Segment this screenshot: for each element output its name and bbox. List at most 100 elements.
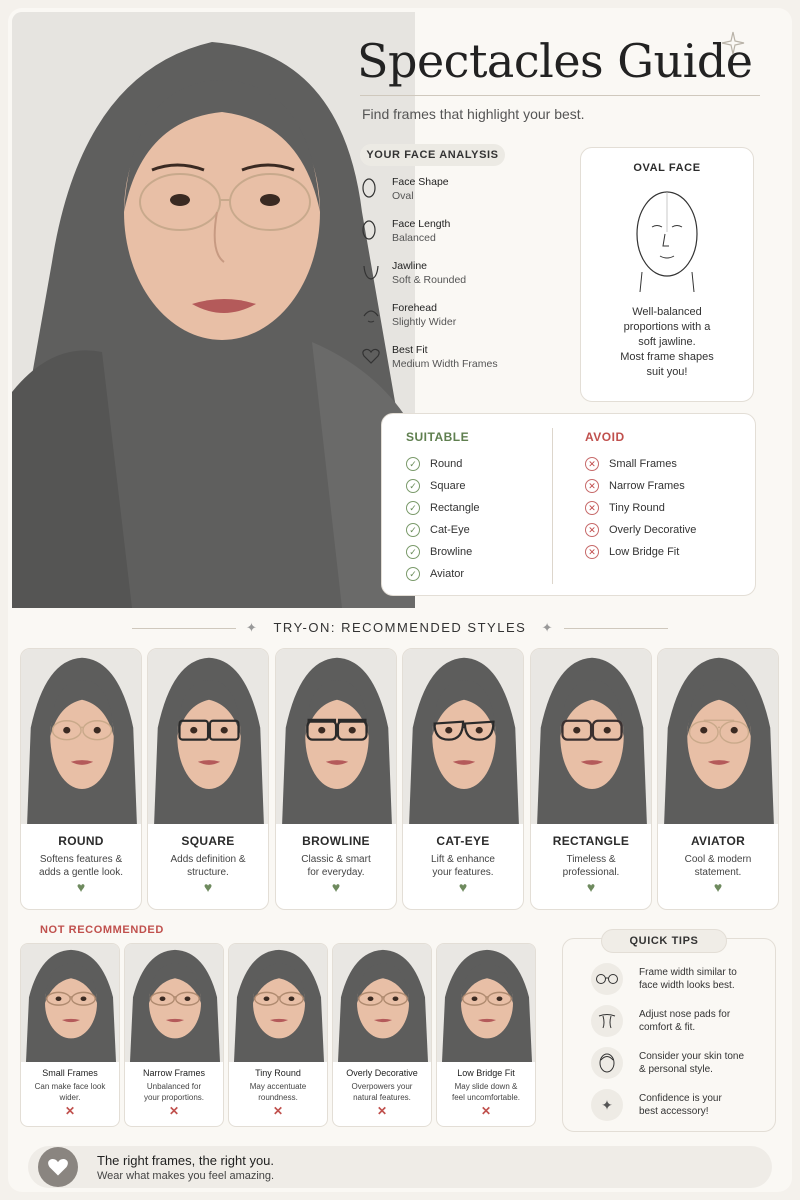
- face-analysis-list: Face Shape Oval Face Length Balanced Jawli…: [362, 176, 567, 386]
- not-recommended-list: Small Frames Can make face look wider. ✕ …: [20, 943, 536, 1127]
- not-recommended-card[interactable]: Overly Decorative Overpowers your natural…: [332, 943, 432, 1127]
- style-name: SQUARE: [181, 834, 235, 848]
- style-desc-line: Softens features &: [39, 854, 123, 865]
- tryon-photo: [403, 649, 523, 824]
- tip-text: Confidence is your best accessory!: [639, 1092, 769, 1118]
- hero-portrait: [12, 12, 415, 608]
- style-name: RECTANGLE: [552, 834, 630, 848]
- oval-face-description: Well-balanced proportions with a soft ja…: [581, 305, 753, 380]
- analysis-value: Balanced: [392, 232, 436, 244]
- style-card-aviator[interactable]: AVIATOR Cool & modern statement. ♥: [657, 648, 779, 910]
- style-desc-line: Cool & modern: [684, 854, 752, 865]
- heading-rule: [564, 628, 669, 630]
- style-description: Softens features & adds a gentle look.: [21, 853, 141, 879]
- nr-name: Narrow Frames: [142, 1068, 205, 1078]
- tip-line: & personal style.: [639, 1064, 713, 1075]
- oval-desc-line: Well-balanced: [632, 306, 702, 318]
- avoid-item: ✕ Overly Decorative: [585, 519, 696, 541]
- tip-text: Adjust nose pads for comfort & fit.: [639, 1008, 769, 1034]
- heart-icon: ♥: [331, 879, 341, 895]
- tryon-photo: [229, 944, 327, 1062]
- tryon-photo: [531, 649, 651, 824]
- style-desc-line: Classic & smart: [301, 854, 371, 865]
- check-icon: ✓: [406, 457, 420, 471]
- style-card-square[interactable]: SQUARE Adds definition & structure. ♥: [147, 648, 269, 910]
- suitable-item-label: Rectangle: [430, 502, 480, 514]
- tip-text: Consider your skin tone & personal style.: [639, 1050, 769, 1076]
- suitable-avoid-card: SUITABLE ✓ Round ✓ Square ✓ Rectangle ✓ Cat-…: [381, 413, 756, 596]
- nr-desc-line: Overpowers your: [351, 1082, 413, 1091]
- analysis-label: Jawline: [392, 260, 428, 272]
- tip-item: Consider your skin tone & personal style.: [591, 1047, 769, 1079]
- nr-name: Overly Decorative: [346, 1068, 418, 1078]
- style-card-cat-eye[interactable]: CAT-EYE Lift & enhance your features. ♥: [402, 648, 524, 910]
- style-description: Lift & enhance your features.: [403, 853, 523, 879]
- suitable-item: ✓ Round: [406, 453, 480, 475]
- tip-line: Adjust nose pads for: [639, 1009, 731, 1020]
- analysis-row: Face Shape Oval: [362, 176, 567, 218]
- sparkle-icon: ✦: [591, 1089, 623, 1121]
- tryon-photo: [21, 944, 119, 1062]
- tip-item: Frame width similar to face width looks b…: [591, 963, 769, 995]
- style-card-rectangle[interactable]: RECTANGLE Timeless & professional. ♥: [530, 648, 652, 910]
- heart-icon: ♥: [586, 879, 596, 895]
- nr-desc-line: May slide down &: [454, 1082, 518, 1091]
- style-name: AVIATOR: [690, 834, 746, 848]
- quick-tips-heading: QUICK TIPS: [601, 929, 727, 953]
- style-description: Classic & smart for everyday.: [276, 853, 396, 879]
- tryon-photo: [276, 649, 396, 824]
- style-desc-line: Adds definition &: [170, 854, 246, 865]
- tip-item: ✦ Confidence is your best accessory!: [591, 1089, 769, 1121]
- tip-line: Frame width similar to: [639, 967, 737, 978]
- avoid-item: ✕ Small Frames: [585, 453, 696, 475]
- analysis-label: Face Shape: [392, 176, 449, 188]
- oval-desc-line: soft jawline.: [638, 336, 696, 348]
- tip-line: best accessory!: [639, 1106, 709, 1117]
- tryon-heading-text: TRY-ON: RECOMMENDED STYLES: [273, 620, 527, 635]
- heart-icon: [362, 344, 392, 368]
- x-icon: ✕: [480, 1104, 492, 1118]
- analysis-row: Jawline Soft & Rounded: [362, 260, 567, 302]
- oval-desc-line: Most frame shapes: [620, 351, 714, 363]
- portrait-illustration: [12, 12, 415, 608]
- check-icon: ✓: [406, 545, 420, 559]
- nr-name: Small Frames: [42, 1068, 98, 1078]
- not-recommended-card[interactable]: Narrow Frames Unbalanced for your proport…: [124, 943, 224, 1127]
- x-icon: ✕: [376, 1104, 388, 1118]
- analysis-row: Face Length Balanced: [362, 218, 567, 260]
- x-icon: ✕: [585, 457, 599, 471]
- heart-icon: ♥: [458, 879, 468, 895]
- check-icon: ✓: [406, 479, 420, 493]
- nr-desc-line: natural features.: [353, 1093, 411, 1102]
- not-recommended-card[interactable]: Low Bridge Fit May slide down & feel unco…: [436, 943, 536, 1127]
- forehead-icon: [362, 302, 392, 326]
- tip-line: Confidence is your: [639, 1093, 722, 1104]
- style-name: CAT-EYE: [436, 834, 490, 848]
- style-description: Cool & modern statement.: [658, 853, 778, 879]
- page-title: Spectacles Guide: [357, 34, 753, 88]
- nr-desc-line: wider.: [59, 1093, 81, 1102]
- footer-subtagline: Wear what makes you feel amazing.: [97, 1170, 275, 1182]
- tip-item: Adjust nose pads for comfort & fit.: [591, 1005, 769, 1037]
- analysis-value: Medium Width Frames: [392, 358, 498, 370]
- not-recommended-card[interactable]: Small Frames Can make face look wider. ✕: [20, 943, 120, 1127]
- nr-desc-line: May accentuate: [249, 1082, 307, 1091]
- page-subtitle: Find frames that highlight your best.: [362, 106, 585, 122]
- nr-desc-line: feel uncomfortable.: [451, 1093, 521, 1102]
- not-recommended-card[interactable]: Tiny Round May accentuate roundness. ✕: [228, 943, 328, 1127]
- avoid-item-label: Tiny Round: [609, 502, 665, 514]
- oval-face-heading: OVAL FACE: [633, 162, 701, 174]
- style-desc-line: Timeless &: [566, 854, 616, 865]
- avoid-item-label: Small Frames: [609, 458, 677, 470]
- heart-icon: [38, 1147, 78, 1187]
- style-card-browline[interactable]: BROWLINE Classic & smart for everyday. ♥: [275, 648, 397, 910]
- tip-line: comfort & fit.: [639, 1022, 696, 1033]
- avoid-heading: AVOID: [585, 430, 625, 444]
- analysis-label: Best Fit: [392, 344, 428, 356]
- style-card-round[interactable]: ROUND Softens features & adds a gentle lo…: [20, 648, 142, 910]
- oval-desc-line: proportions with a: [623, 321, 711, 333]
- title-divider: [360, 95, 760, 96]
- suitable-item-label: Cat-Eye: [430, 524, 470, 536]
- tip-text: Frame width similar to face width looks b…: [639, 966, 769, 992]
- x-icon: ✕: [272, 1104, 284, 1118]
